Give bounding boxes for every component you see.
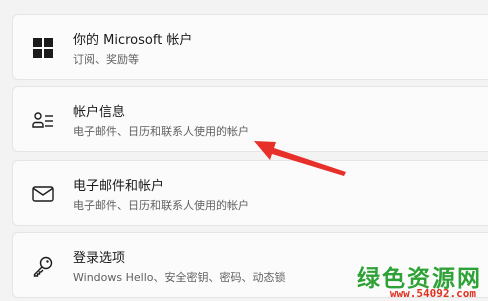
watermark-url: www.54092.com — [389, 287, 476, 300]
settings-item-subtitle: 电子邮件、日历和联系人使用的帐户 — [73, 125, 249, 138]
settings-item-subtitle: 电子邮件、日历和联系人使用的帐户 — [73, 199, 249, 212]
settings-item-subtitle: Windows Hello、安全密钥、密码、动态锁 — [73, 271, 286, 284]
mail-icon — [31, 182, 55, 206]
settings-item-title: 你的 Microsoft 帐户 — [73, 33, 193, 48]
annotation-arrow — [254, 141, 346, 176]
settings-item-title: 电子邮件和帐户 — [73, 179, 165, 194]
settings-item-microsoft-account[interactable]: 你的 Microsoft 帐户 订阅、奖励等 — [12, 14, 488, 80]
settings-item-subtitle: 订阅、奖励等 — [73, 53, 139, 66]
watermark-logo: 绿色资源网 www.54092.com — [324, 259, 486, 300]
account-info-icon — [31, 108, 55, 132]
settings-item-title: 登录选项 — [73, 251, 126, 266]
windows-logo-icon — [31, 36, 55, 60]
settings-item-title: 帐户信息 — [73, 105, 126, 120]
key-icon — [31, 254, 55, 278]
